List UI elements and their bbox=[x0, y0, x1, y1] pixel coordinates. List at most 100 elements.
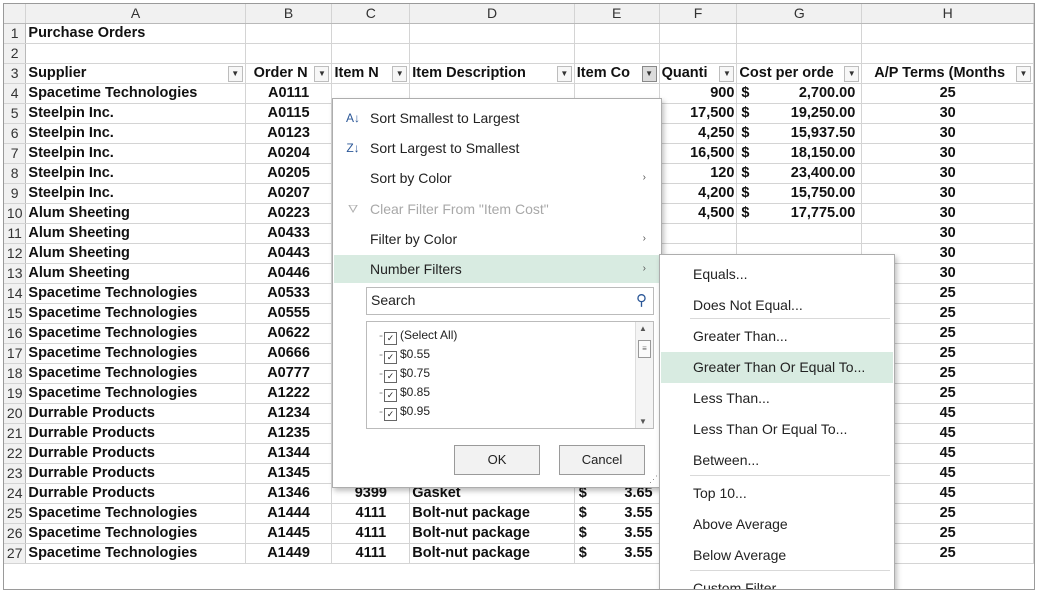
supplier-cell[interactable]: Alum Sheeting bbox=[25, 263, 246, 284]
supplier-cell[interactable]: Durrable Products bbox=[25, 423, 246, 444]
quantity-cell[interactable] bbox=[659, 223, 738, 244]
row-header[interactable]: 10 bbox=[4, 203, 27, 224]
checkbox-checked-icon[interactable]: ✓ bbox=[384, 389, 397, 402]
row-header[interactable]: 1 bbox=[4, 23, 27, 44]
supplier-cell[interactable]: Spacetime Technologies bbox=[25, 503, 246, 524]
supplier-cell[interactable]: Spacetime Technologies bbox=[25, 543, 246, 564]
column-header-A[interactable]: A bbox=[25, 4, 246, 24]
order-number-cell[interactable]: A0443 bbox=[245, 243, 333, 264]
header-quantity[interactable]: Quanti ▼ bbox=[659, 63, 738, 84]
filter-values-list[interactable]: - ✓ (Select All) - ✓ $0.55- ✓ $0.75- ✓ $0.85- ✓ $0.… bbox=[366, 321, 654, 429]
cost-per-order-cell[interactable]: $2,700.00 bbox=[736, 83, 863, 104]
quantity-cell[interactable]: 4,500 bbox=[659, 203, 738, 224]
quantity-cell[interactable]: 4,200 bbox=[659, 183, 738, 204]
cell[interactable] bbox=[736, 43, 863, 64]
order-number-cell[interactable]: A0123 bbox=[245, 123, 333, 144]
filter-value-checkbox[interactable]: - ✓ $0.75 bbox=[379, 364, 430, 383]
number-filter-greater-than[interactable]: Greater Than... bbox=[661, 321, 893, 352]
filter-value-checkbox[interactable]: - ✓ $0.55 bbox=[379, 345, 430, 364]
cell[interactable] bbox=[574, 43, 660, 64]
quantity-cell[interactable]: 4,250 bbox=[659, 123, 738, 144]
supplier-cell[interactable]: Alum Sheeting bbox=[25, 243, 246, 264]
row-header[interactable]: 15 bbox=[4, 303, 27, 324]
filter-dropdown-icon[interactable]: ▼ bbox=[314, 66, 330, 82]
list-scrollbar[interactable]: ▲ ≡ ▼ bbox=[635, 322, 653, 428]
row-header[interactable]: 12 bbox=[4, 243, 27, 264]
order-number-cell[interactable]: A1344 bbox=[245, 443, 333, 464]
filter-by-color-item[interactable]: Filter by Color › bbox=[334, 225, 660, 253]
quantity-cell[interactable]: 120 bbox=[659, 163, 738, 184]
resize-grip-icon[interactable]: ⋰ bbox=[649, 474, 658, 485]
order-number-cell[interactable]: A0555 bbox=[245, 303, 333, 324]
row-header[interactable]: 3 bbox=[4, 63, 27, 84]
order-number-cell[interactable]: A0207 bbox=[245, 183, 333, 204]
row-header[interactable]: 26 bbox=[4, 523, 27, 544]
row-header[interactable]: 24 bbox=[4, 483, 27, 504]
header-item-no[interactable]: Item N ▼ bbox=[331, 63, 411, 84]
cost-per-order-cell[interactable]: $15,937.50 bbox=[736, 123, 863, 144]
cell[interactable] bbox=[409, 43, 575, 64]
number-filter-between[interactable]: Between... bbox=[661, 445, 893, 476]
cost-per-order-cell[interactable]: $17,775.00 bbox=[736, 203, 863, 224]
supplier-cell[interactable]: Spacetime Technologies bbox=[25, 523, 246, 544]
ap-terms-cell[interactable]: 30 bbox=[861, 183, 1034, 204]
quantity-cell[interactable]: 17,500 bbox=[659, 103, 738, 124]
supplier-cell[interactable]: Spacetime Technologies bbox=[25, 283, 246, 304]
ap-terms-cell[interactable]: 30 bbox=[861, 123, 1034, 144]
filter-value-checkbox[interactable]: - ✓ (Select All) bbox=[379, 326, 457, 345]
cell[interactable] bbox=[331, 23, 411, 44]
filter-dropdown-icon[interactable]: ▼ bbox=[1016, 66, 1031, 82]
column-header-F[interactable]: F bbox=[659, 4, 738, 24]
order-number-cell[interactable]: A0622 bbox=[245, 323, 333, 344]
cell[interactable] bbox=[861, 43, 1034, 64]
filter-dropdown-icon[interactable]: ▼ bbox=[556, 66, 572, 82]
filter-dropdown-icon[interactable]: ▼ bbox=[641, 66, 657, 82]
filter-value-checkbox[interactable]: - ✓ $0.85 bbox=[379, 383, 430, 402]
number-filter-top-10[interactable]: Top 10... bbox=[661, 478, 893, 509]
checkbox-checked-icon[interactable]: ✓ bbox=[384, 332, 397, 345]
header-item-desc[interactable]: Item Description ▼ bbox=[409, 63, 575, 84]
order-number-cell[interactable]: A1234 bbox=[245, 403, 333, 424]
ap-terms-cell[interactable]: 30 bbox=[861, 163, 1034, 184]
supplier-cell[interactable]: Durrable Products bbox=[25, 483, 246, 504]
filter-dropdown-icon[interactable]: ▼ bbox=[719, 66, 735, 82]
ap-terms-cell[interactable]: 30 bbox=[861, 203, 1034, 224]
ap-terms-cell[interactable]: 30 bbox=[861, 103, 1034, 124]
column-header-B[interactable]: B bbox=[245, 4, 333, 24]
item-description-cell[interactable]: Bolt-nut package bbox=[409, 543, 575, 564]
checkbox-checked-icon[interactable]: ✓ bbox=[384, 408, 397, 421]
number-filter-does-not-equal[interactable]: Does Not Equal... bbox=[661, 290, 893, 321]
row-header[interactable]: 9 bbox=[4, 183, 27, 204]
supplier-cell[interactable]: Steelpin Inc. bbox=[25, 103, 246, 124]
supplier-cell[interactable]: Durrable Products bbox=[25, 463, 246, 484]
supplier-cell[interactable]: Spacetime Technologies bbox=[25, 343, 246, 364]
item-cost-cell[interactable]: $3.55 bbox=[574, 503, 660, 524]
supplier-cell[interactable]: Steelpin Inc. bbox=[25, 123, 246, 144]
row-header[interactable]: 8 bbox=[4, 163, 27, 184]
row-header[interactable]: 18 bbox=[4, 363, 27, 384]
filter-value-checkbox[interactable]: - ✓ $0.95 bbox=[379, 402, 430, 421]
item-number-cell[interactable]: 4111 bbox=[331, 523, 411, 544]
ok-button[interactable]: OK bbox=[454, 445, 540, 475]
order-number-cell[interactable]: A0446 bbox=[245, 263, 333, 284]
row-header[interactable]: 14 bbox=[4, 283, 27, 304]
cost-per-order-cell[interactable] bbox=[736, 223, 863, 244]
order-number-cell[interactable]: A1222 bbox=[245, 383, 333, 404]
sort-by-color-item[interactable]: Sort by Color › bbox=[334, 164, 660, 192]
supplier-cell[interactable]: Spacetime Technologies bbox=[25, 363, 246, 384]
supplier-cell[interactable]: Steelpin Inc. bbox=[25, 163, 246, 184]
order-number-cell[interactable]: A1444 bbox=[245, 503, 333, 524]
order-number-cell[interactable]: A0666 bbox=[245, 343, 333, 364]
select-all-corner[interactable] bbox=[4, 4, 27, 24]
item-description-cell[interactable]: Bolt-nut package bbox=[409, 503, 575, 524]
row-header[interactable]: 4 bbox=[4, 83, 27, 104]
row-header[interactable]: 6 bbox=[4, 123, 27, 144]
header-supplier[interactable]: Supplier ▼ bbox=[25, 63, 246, 84]
sort-descending-item[interactable]: Z↓ Sort Largest to Smallest bbox=[334, 134, 660, 162]
scroll-thumb[interactable]: ≡ bbox=[638, 340, 651, 358]
row-header[interactable]: 2 bbox=[4, 43, 27, 64]
number-filter-less-than-or-equal-to[interactable]: Less Than Or Equal To... bbox=[661, 414, 893, 445]
ap-terms-cell[interactable]: 30 bbox=[861, 143, 1034, 164]
row-header[interactable]: 27 bbox=[4, 543, 27, 564]
number-filter-equals[interactable]: Equals... bbox=[661, 259, 893, 290]
